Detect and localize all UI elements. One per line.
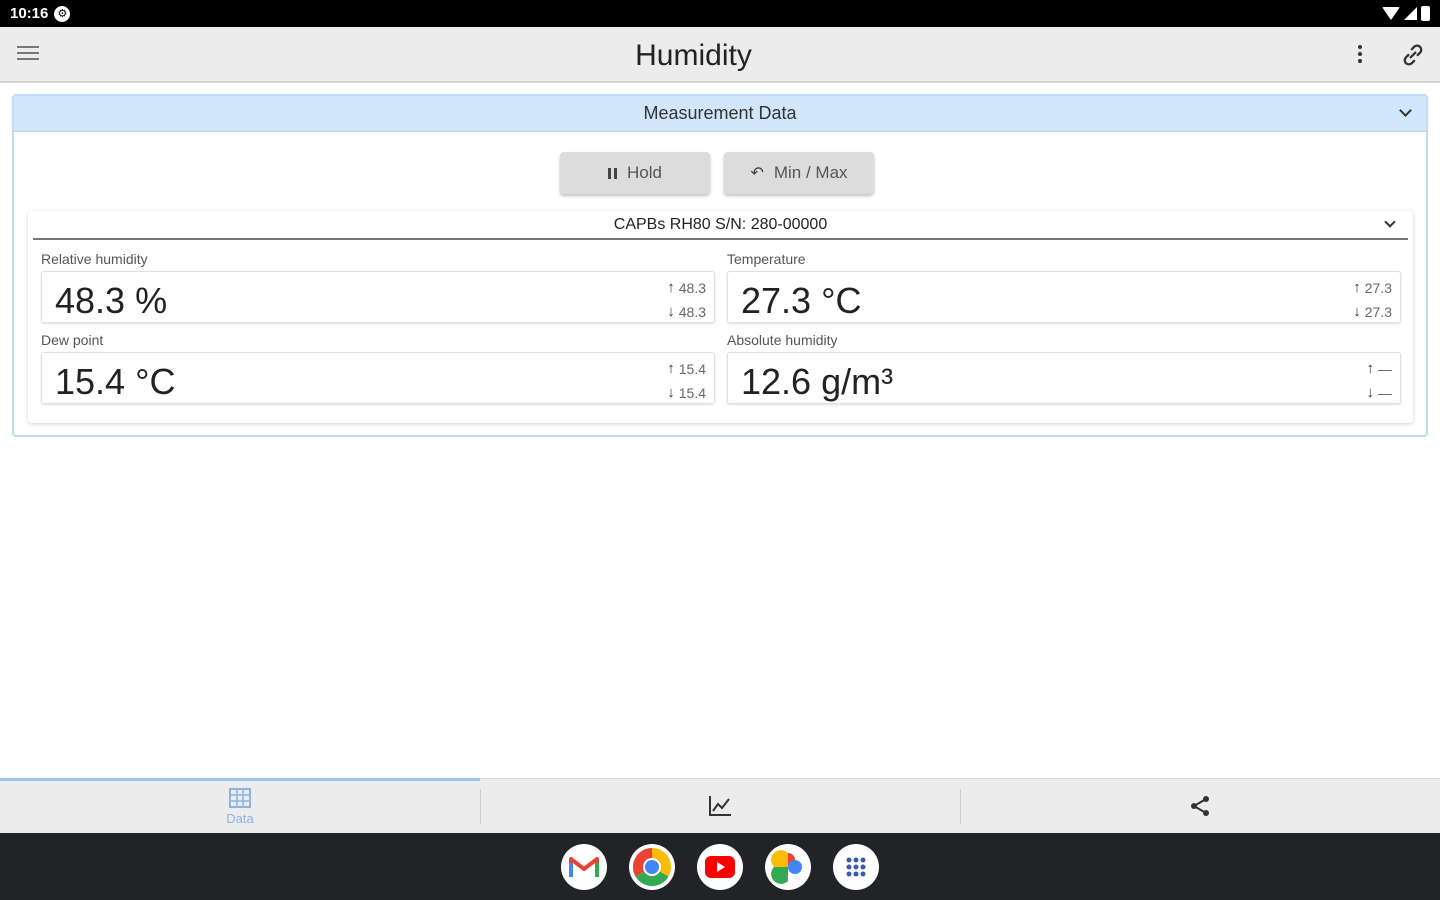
arrow-down-icon: ↓ [1353, 303, 1361, 320]
youtube-icon[interactable] [697, 843, 743, 890]
tile-label: Temperature [727, 251, 806, 267]
tile-value-box: 12.6 g/m³ ↑ — ↓ — [727, 352, 1401, 404]
max-value: ↑ 48.3 [667, 279, 706, 296]
tile-value-box: 48.3 % ↑ 48.3 ↓ 48.3 [41, 271, 715, 323]
status-bar: 10:16 ⚙ [0, 0, 1440, 27]
absolute-humidity-tile: Absolute humidity 12.6 g/m³ ↑ — ↓ — [727, 332, 1401, 404]
min-value-text: — [1378, 384, 1392, 401]
system-dock [0, 833, 1440, 900]
photos-icon[interactable] [765, 843, 811, 890]
app-drawer-icon[interactable] [833, 843, 879, 890]
more-options-icon[interactable] [1350, 41, 1370, 67]
arrow-down-icon: ↓ [1366, 384, 1375, 401]
device-header[interactable]: CAPBs RH80 S/N: 280-00000 [33, 211, 1408, 240]
battery-icon [1421, 6, 1430, 21]
relative-humidity-tile: Relative humidity 48.3 % ↑ 48.3 ↓ 48.3 [41, 251, 715, 323]
min-max-button-label: Min / Max [773, 163, 848, 182]
action-buttons: Hold ↶ Min / Max [560, 152, 874, 194]
tile-label: Dew point [41, 332, 104, 348]
device-card: CAPBs RH80 S/N: 280-00000 Relative humid… [28, 211, 1413, 423]
wifi-icon [1382, 7, 1400, 20]
link-icon[interactable] [1399, 41, 1427, 69]
arrow-down-icon: ↓ [667, 303, 675, 320]
min-max-button[interactable]: ↶ Min / Max [724, 152, 874, 194]
chrome-icon[interactable] [629, 843, 675, 890]
tile-label: Relative humidity [41, 251, 148, 267]
tile-value: 15.4 °C [55, 361, 176, 402]
tile-label: Absolute humidity [727, 332, 838, 348]
tab-chart[interactable] [480, 779, 960, 833]
arrow-down-icon: ↓ [667, 384, 675, 401]
measurement-data-panel: Measurement Data Hold ↶ Min / Max CAPBs … [12, 94, 1428, 437]
min-value: ↓ 48.3 [667, 303, 706, 320]
reset-icon: ↶ [750, 165, 764, 182]
min-value: ↓ 27.3 [1353, 303, 1392, 320]
max-value: ↑ — [1367, 360, 1393, 377]
min-value-text: 48.3 [678, 303, 706, 320]
chevron-down-icon [1399, 104, 1412, 117]
temperature-tile: Temperature 27.3 °C ↑ 27.3 ↓ 27.3 [727, 251, 1401, 323]
min-value: ↓ 15.4 [667, 384, 706, 401]
arrow-up-icon: ↑ [1366, 360, 1375, 377]
chevron-down-icon [1384, 216, 1396, 228]
cell-signal-icon [1404, 7, 1417, 20]
arrow-up-icon: ↑ [667, 360, 675, 377]
tile-value: 12.6 g/m³ [741, 361, 894, 402]
tile-value: 27.3 °C [741, 280, 862, 321]
max-value: ↑ 15.4 [667, 360, 706, 377]
max-value-text: 48.3 [678, 279, 706, 296]
max-value-text: — [1378, 360, 1392, 377]
device-name: CAPBs RH80 S/N: 280-00000 [613, 215, 828, 233]
arrow-up-icon: ↑ [667, 279, 675, 296]
page-title: Humidity [635, 39, 752, 72]
tile-value: 48.3 % [55, 280, 168, 321]
tile-value-box: 27.3 °C ↑ 27.3 ↓ 27.3 [727, 271, 1401, 323]
tab-data[interactable]: Data [0, 778, 480, 833]
dew-point-tile: Dew point 15.4 °C ↑ 15.4 ↓ 15.4 [41, 332, 715, 404]
tab-data-label: Data [226, 810, 254, 826]
hold-button-label: Hold [627, 163, 662, 182]
tab-share[interactable] [960, 779, 1440, 833]
bottom-navigation: Data [0, 778, 1440, 833]
arrow-up-icon: ↑ [1353, 279, 1361, 296]
panel-title: Measurement Data [643, 103, 797, 123]
chart-icon [709, 796, 731, 816]
share-icon [1191, 796, 1209, 816]
max-value-text: 27.3 [1364, 279, 1392, 296]
min-value-text: 15.4 [678, 384, 706, 401]
status-time: 10:16 [10, 5, 49, 22]
hold-button[interactable]: Hold [560, 152, 710, 194]
max-value: ↑ 27.3 [1353, 279, 1392, 296]
tile-value-box: 15.4 °C ↑ 15.4 ↓ 15.4 [41, 352, 715, 404]
table-icon [229, 787, 251, 808]
min-value-text: 27.3 [1364, 303, 1392, 320]
app-bar: Humidity [0, 27, 1440, 83]
gmail-icon[interactable] [561, 843, 607, 890]
status-icons [1382, 6, 1430, 21]
min-value: ↓ — [1367, 384, 1393, 401]
max-value-text: 15.4 [678, 360, 706, 377]
settings-status-icon: ⚙ [54, 5, 71, 22]
measurement-data-header[interactable]: Measurement Data [14, 96, 1426, 132]
pause-icon [608, 167, 618, 179]
